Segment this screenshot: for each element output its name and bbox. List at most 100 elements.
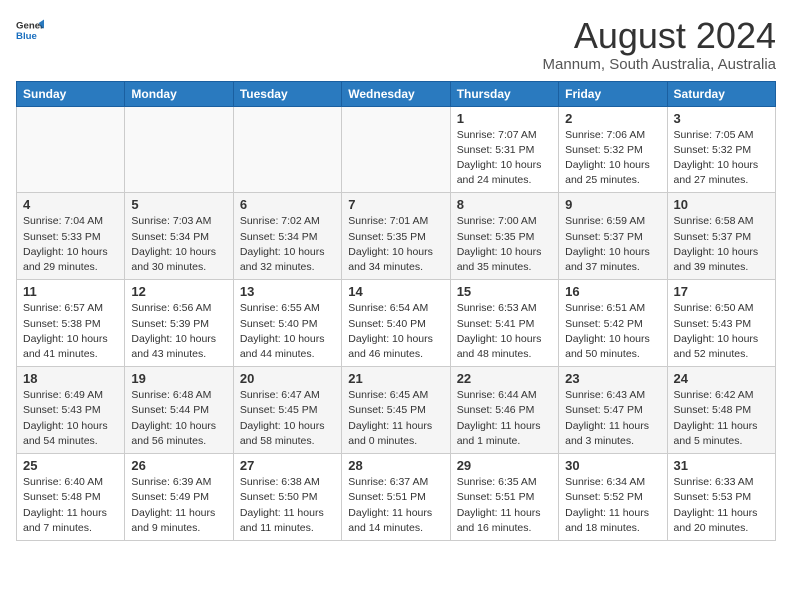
day-number: 1 <box>457 111 552 126</box>
calendar-cell: 22 Sunrise: 6:44 AMSunset: 5:46 PMDayligh… <box>450 367 558 454</box>
day-header-monday: Monday <box>125 81 233 106</box>
day-info: Sunrise: 6:56 AMSunset: 5:39 PMDaylight:… <box>131 301 226 362</box>
day-number: 24 <box>674 371 769 386</box>
day-info: Sunrise: 6:45 AMSunset: 5:45 PMDaylight:… <box>348 388 443 449</box>
logo: General Blue <box>16 16 44 44</box>
calendar-cell: 20 Sunrise: 6:47 AMSunset: 5:45 PMDayligh… <box>233 367 341 454</box>
day-info: Sunrise: 6:47 AMSunset: 5:45 PMDaylight:… <box>240 388 335 449</box>
calendar-cell: 23Sunrise: 6:43 AMSunset: 5:47 PMDayligh… <box>559 367 667 454</box>
page-subtitle: Mannum, South Australia, Australia <box>543 56 776 73</box>
day-info: Sunrise: 7:04 AMSunset: 5:33 PMDaylight:… <box>23 214 118 275</box>
day-number: 31 <box>674 458 769 473</box>
day-number: 26 <box>131 458 226 473</box>
day-number: 3 <box>674 111 769 126</box>
days-header-row: SundayMondayTuesdayWednesdayThursdayFrid… <box>17 81 776 106</box>
svg-text:General: General <box>16 20 44 31</box>
calendar-cell: 24 Sunrise: 6:42 AMSunset: 5:48 PMDayligh… <box>667 367 775 454</box>
day-number: 14 <box>348 284 443 299</box>
day-header-saturday: Saturday <box>667 81 775 106</box>
day-number: 5 <box>131 197 226 212</box>
day-number: 9 <box>565 197 660 212</box>
day-number: 22 <box>457 371 552 386</box>
calendar-cell: 15 Sunrise: 6:53 AMSunset: 5:41 PMDayligh… <box>450 280 558 367</box>
day-info: Sunrise: 6:58 AMSunset: 5:37 PMDaylight:… <box>674 214 769 275</box>
day-number: 25 <box>23 458 118 473</box>
calendar-cell <box>125 106 233 193</box>
day-number: 18 <box>23 371 118 386</box>
calendar-cell: 2 Sunrise: 7:06 AMSunset: 5:32 PMDaylight… <box>559 106 667 193</box>
week-row-5: 25 Sunrise: 6:40 AMSunset: 5:48 PMDayligh… <box>17 454 776 541</box>
day-info: Sunrise: 6:35 AMSunset: 5:51 PMDaylight:… <box>457 475 552 536</box>
week-row-4: 18 Sunrise: 6:49 AMSunset: 5:43 PMDayligh… <box>17 367 776 454</box>
day-number: 4 <box>23 197 118 212</box>
calendar-cell: 30 Sunrise: 6:34 AMSunset: 5:52 PMDayligh… <box>559 454 667 541</box>
day-info: Sunrise: 6:48 AMSunset: 5:44 PMDaylight:… <box>131 388 226 449</box>
svg-text:Blue: Blue <box>16 31 37 42</box>
day-number: 30 <box>565 458 660 473</box>
day-number: 28 <box>348 458 443 473</box>
calendar-cell: 19 Sunrise: 6:48 AMSunset: 5:44 PMDayligh… <box>125 367 233 454</box>
day-number: 8 <box>457 197 552 212</box>
calendar-cell: 27Sunrise: 6:38 AMSunset: 5:50 PMDayligh… <box>233 454 341 541</box>
day-info: Sunrise: 6:50 AMSunset: 5:43 PMDaylight:… <box>674 301 769 362</box>
day-info: Sunrise: 6:59 AMSunset: 5:37 PMDaylight:… <box>565 214 660 275</box>
day-info: Sunrise: 6:51 AMSunset: 5:42 PMDaylight:… <box>565 301 660 362</box>
calendar-cell: 12Sunrise: 6:56 AMSunset: 5:39 PMDayligh… <box>125 280 233 367</box>
day-header-tuesday: Tuesday <box>233 81 341 106</box>
day-number: 27 <box>240 458 335 473</box>
calendar-cell: 1 Sunrise: 7:07 AMSunset: 5:31 PMDaylight… <box>450 106 558 193</box>
calendar-cell: 31 Sunrise: 6:33 AMSunset: 5:53 PMDayligh… <box>667 454 775 541</box>
day-info: Sunrise: 6:40 AMSunset: 5:48 PMDaylight:… <box>23 475 118 536</box>
day-number: 16 <box>565 284 660 299</box>
calendar-cell: 26Sunrise: 6:39 AMSunset: 5:49 PMDayligh… <box>125 454 233 541</box>
day-info: Sunrise: 6:34 AMSunset: 5:52 PMDaylight:… <box>565 475 660 536</box>
calendar-cell <box>233 106 341 193</box>
calendar-cell: 6Sunrise: 7:02 AMSunset: 5:34 PMDaylight… <box>233 193 341 280</box>
day-info: Sunrise: 6:42 AMSunset: 5:48 PMDaylight:… <box>674 388 769 449</box>
day-info: Sunrise: 6:55 AMSunset: 5:40 PMDaylight:… <box>240 301 335 362</box>
calendar-table: SundayMondayTuesdayWednesdayThursdayFrid… <box>16 81 776 541</box>
week-row-2: 4 Sunrise: 7:04 AMSunset: 5:33 PMDaylight… <box>17 193 776 280</box>
day-info: Sunrise: 6:37 AMSunset: 5:51 PMDaylight:… <box>348 475 443 536</box>
day-info: Sunrise: 6:57 AMSunset: 5:38 PMDaylight:… <box>23 301 118 362</box>
calendar-cell: 3 Sunrise: 7:05 AMSunset: 5:32 PMDaylight… <box>667 106 775 193</box>
day-info: Sunrise: 6:53 AMSunset: 5:41 PMDaylight:… <box>457 301 552 362</box>
day-number: 20 <box>240 371 335 386</box>
day-info: Sunrise: 6:44 AMSunset: 5:46 PMDaylight:… <box>457 388 552 449</box>
page-header: General Blue August 2024 Mannum, South A… <box>16 16 776 73</box>
calendar-cell: 5 Sunrise: 7:03 AMSunset: 5:34 PMDaylight… <box>125 193 233 280</box>
calendar-cell: 10 Sunrise: 6:58 AMSunset: 5:37 PMDayligh… <box>667 193 775 280</box>
calendar-cell: 8 Sunrise: 7:00 AMSunset: 5:35 PMDaylight… <box>450 193 558 280</box>
calendar-cell: 25 Sunrise: 6:40 AMSunset: 5:48 PMDayligh… <box>17 454 125 541</box>
day-info: Sunrise: 7:03 AMSunset: 5:34 PMDaylight:… <box>131 214 226 275</box>
day-number: 11 <box>23 284 118 299</box>
calendar-cell: 4 Sunrise: 7:04 AMSunset: 5:33 PMDaylight… <box>17 193 125 280</box>
day-number: 2 <box>565 111 660 126</box>
day-info: Sunrise: 7:00 AMSunset: 5:35 PMDaylight:… <box>457 214 552 275</box>
week-row-3: 11 Sunrise: 6:57 AMSunset: 5:38 PMDayligh… <box>17 280 776 367</box>
day-info: Sunrise: 7:07 AMSunset: 5:31 PMDaylight:… <box>457 128 552 189</box>
calendar-cell: 11 Sunrise: 6:57 AMSunset: 5:38 PMDayligh… <box>17 280 125 367</box>
day-header-wednesday: Wednesday <box>342 81 450 106</box>
calendar-cell: 7Sunrise: 7:01 AMSunset: 5:35 PMDaylight… <box>342 193 450 280</box>
calendar-cell: 13Sunrise: 6:55 AMSunset: 5:40 PMDayligh… <box>233 280 341 367</box>
day-number: 21 <box>348 371 443 386</box>
day-info: Sunrise: 7:05 AMSunset: 5:32 PMDaylight:… <box>674 128 769 189</box>
day-number: 7 <box>348 197 443 212</box>
calendar-cell: 21 Sunrise: 6:45 AMSunset: 5:45 PMDayligh… <box>342 367 450 454</box>
week-row-1: 1 Sunrise: 7:07 AMSunset: 5:31 PMDaylight… <box>17 106 776 193</box>
calendar-cell: 17Sunrise: 6:50 AMSunset: 5:43 PMDayligh… <box>667 280 775 367</box>
calendar-cell <box>17 106 125 193</box>
day-info: Sunrise: 6:54 AMSunset: 5:40 PMDaylight:… <box>348 301 443 362</box>
day-info: Sunrise: 6:49 AMSunset: 5:43 PMDaylight:… <box>23 388 118 449</box>
calendar-cell: 28 Sunrise: 6:37 AMSunset: 5:51 PMDayligh… <box>342 454 450 541</box>
day-number: 15 <box>457 284 552 299</box>
day-info: Sunrise: 7:06 AMSunset: 5:32 PMDaylight:… <box>565 128 660 189</box>
calendar-cell: 9 Sunrise: 6:59 AMSunset: 5:37 PMDaylight… <box>559 193 667 280</box>
day-number: 29 <box>457 458 552 473</box>
day-number: 10 <box>674 197 769 212</box>
day-number: 19 <box>131 371 226 386</box>
day-info: Sunrise: 6:33 AMSunset: 5:53 PMDaylight:… <box>674 475 769 536</box>
day-number: 6 <box>240 197 335 212</box>
day-header-sunday: Sunday <box>17 81 125 106</box>
